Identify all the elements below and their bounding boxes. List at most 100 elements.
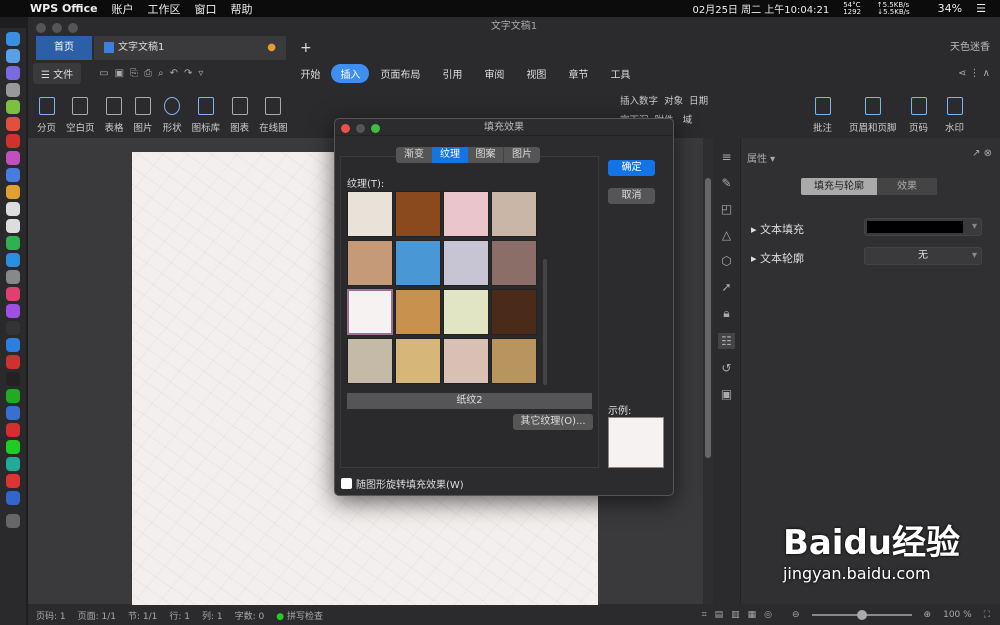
quick-access-icons[interactable]: ▭▣⎘⎙⌕↶↷▿	[99, 68, 209, 79]
text-outline-label[interactable]: ▸ 文本轮廓	[751, 250, 804, 266]
pen-icon[interactable]: ✎	[721, 176, 731, 190]
share-icon[interactable]: ⋖ ⋮ ∧	[958, 68, 990, 79]
tab-home[interactable]: 首页	[36, 36, 92, 60]
app-icon[interactable]	[6, 100, 20, 114]
ok-button[interactable]: 确定	[608, 160, 655, 176]
menu-tab-view[interactable]: 视图	[515, 66, 557, 81]
control-center-icon[interactable]: ☰	[976, 2, 986, 15]
menu-tab-reference[interactable]: 引用	[431, 66, 473, 81]
tab-fill-outline[interactable]: 填充与轮廓	[801, 178, 877, 195]
tab-gradient[interactable]: 渐变	[396, 147, 432, 163]
app-icon[interactable]	[6, 338, 20, 352]
app-icon[interactable]	[6, 219, 20, 233]
chart-button[interactable]: 图表	[225, 88, 254, 134]
app-menu[interactable]: WPS Office	[30, 2, 98, 15]
app-icon[interactable]	[6, 134, 20, 148]
texture-swatch[interactable]	[491, 289, 537, 335]
object-button[interactable]: 对象	[664, 96, 683, 107]
app-icon[interactable]	[6, 236, 20, 250]
menu-tab-insert[interactable]: 插入	[331, 64, 369, 83]
history-icon[interactable]: ↺	[721, 361, 731, 375]
texture-swatch[interactable]	[491, 338, 537, 384]
hexagon-icon[interactable]: ⬡	[721, 254, 731, 268]
menu-help[interactable]: 帮助	[231, 1, 253, 17]
fullscreen-icon[interactable]: ⛶	[984, 610, 990, 620]
texture-scrollbar[interactable]	[543, 259, 547, 385]
menu-tab-tools[interactable]: 工具	[599, 66, 641, 81]
header-footer-button[interactable]: 页眉和页脚	[844, 88, 902, 134]
date-button[interactable]: 日期	[689, 96, 708, 107]
user-account[interactable]: 天色迷香	[940, 36, 1000, 60]
app-icon[interactable]	[6, 66, 20, 80]
image-icon[interactable]: ▣	[721, 387, 732, 401]
page-number-button[interactable]: 页码	[904, 88, 933, 134]
finder-icon[interactable]	[6, 32, 20, 46]
text-fill-select[interactable]: ▾	[864, 218, 982, 236]
texture-swatch[interactable]	[347, 338, 393, 384]
insert-number-button[interactable]: 插入数字	[620, 96, 658, 107]
close-window-button[interactable]	[36, 23, 46, 33]
app-icon[interactable]	[6, 253, 20, 267]
menu-window[interactable]: 窗口	[195, 1, 217, 17]
texture-swatch[interactable]	[395, 240, 441, 286]
field-button[interactable]: 域	[683, 115, 693, 126]
picture-button[interactable]: 图片	[129, 88, 158, 134]
dialog-close-button[interactable]	[341, 124, 350, 133]
dialog-zoom-button[interactable]	[371, 124, 380, 133]
app-icon[interactable]	[6, 406, 20, 420]
menu-icon[interactable]: ≡	[721, 150, 731, 164]
clock[interactable]: 02月25日 周二 上午10:04:21	[692, 1, 829, 16]
app-icon[interactable]	[6, 423, 20, 437]
texture-swatch[interactable]	[347, 289, 393, 335]
texture-swatch[interactable]	[443, 338, 489, 384]
texture-swatch[interactable]	[443, 240, 489, 286]
zoom-button[interactable]	[68, 23, 78, 33]
tab-document[interactable]: 文字文稿1●	[94, 36, 286, 60]
texture-swatch[interactable]	[491, 191, 537, 237]
menu-tab-review[interactable]: 审阅	[473, 66, 515, 81]
cancel-button[interactable]: 取消	[608, 188, 655, 204]
app-icon[interactable]	[6, 457, 20, 471]
tab-texture[interactable]: 纹理	[432, 147, 468, 163]
tab-picture[interactable]: 图片	[504, 147, 540, 163]
trash-icon[interactable]	[6, 514, 20, 528]
rotate-fill-checkbox[interactable]: 随图形旋转填充效果(W)	[341, 476, 464, 491]
tab-pattern[interactable]: 图案	[468, 147, 504, 163]
menu-account[interactable]: 账户	[112, 1, 134, 17]
app-icon[interactable]	[6, 151, 20, 165]
menu-tab-start[interactable]: 开始	[289, 66, 331, 81]
app-icon[interactable]	[6, 474, 20, 488]
minimize-button[interactable]	[52, 23, 62, 33]
texture-swatch[interactable]	[347, 240, 393, 286]
app-icon[interactable]	[6, 83, 20, 97]
texture-swatch[interactable]	[443, 191, 489, 237]
texture-swatch[interactable]	[443, 289, 489, 335]
app-icon[interactable]	[6, 491, 20, 505]
menu-tab-section[interactable]: 章节	[557, 66, 599, 81]
spell-check-toggle[interactable]: ● 拼写检查	[276, 609, 323, 622]
table-button[interactable]: 表格	[100, 88, 129, 134]
tab-effects[interactable]: 效果	[877, 178, 937, 195]
app-icon[interactable]	[6, 440, 20, 454]
shapes-icon[interactable]: ◰	[721, 202, 732, 216]
properties-icon[interactable]: ☷	[718, 333, 735, 349]
app-icon[interactable]	[6, 372, 20, 386]
texture-swatch[interactable]	[395, 289, 441, 335]
app-icon[interactable]	[6, 270, 20, 284]
comment-button[interactable]: 批注	[808, 88, 837, 134]
blank-page-button[interactable]: 空白页	[61, 88, 100, 134]
other-texture-button[interactable]: 其它纹理(O)...	[513, 414, 593, 430]
new-tab-button[interactable]: +	[290, 36, 322, 60]
cursor-icon[interactable]: ➚	[721, 280, 731, 294]
app-icon[interactable]	[6, 168, 20, 182]
close-panel-icon[interactable]: ↗ ⊗	[972, 148, 992, 159]
online-chart-button[interactable]: 在线图	[254, 88, 293, 134]
app-icon[interactable]	[6, 185, 20, 199]
app-icon[interactable]	[6, 355, 20, 369]
text-fill-label[interactable]: ▸ 文本填充	[751, 221, 804, 237]
shape-button[interactable]: 形状	[158, 88, 187, 134]
vertical-scrollbar[interactable]	[703, 138, 713, 604]
zoom-slider[interactable]	[812, 614, 912, 616]
view-mode-icons[interactable]: ⌗▤▥▦◎	[702, 610, 780, 620]
app-icon[interactable]	[6, 389, 20, 403]
